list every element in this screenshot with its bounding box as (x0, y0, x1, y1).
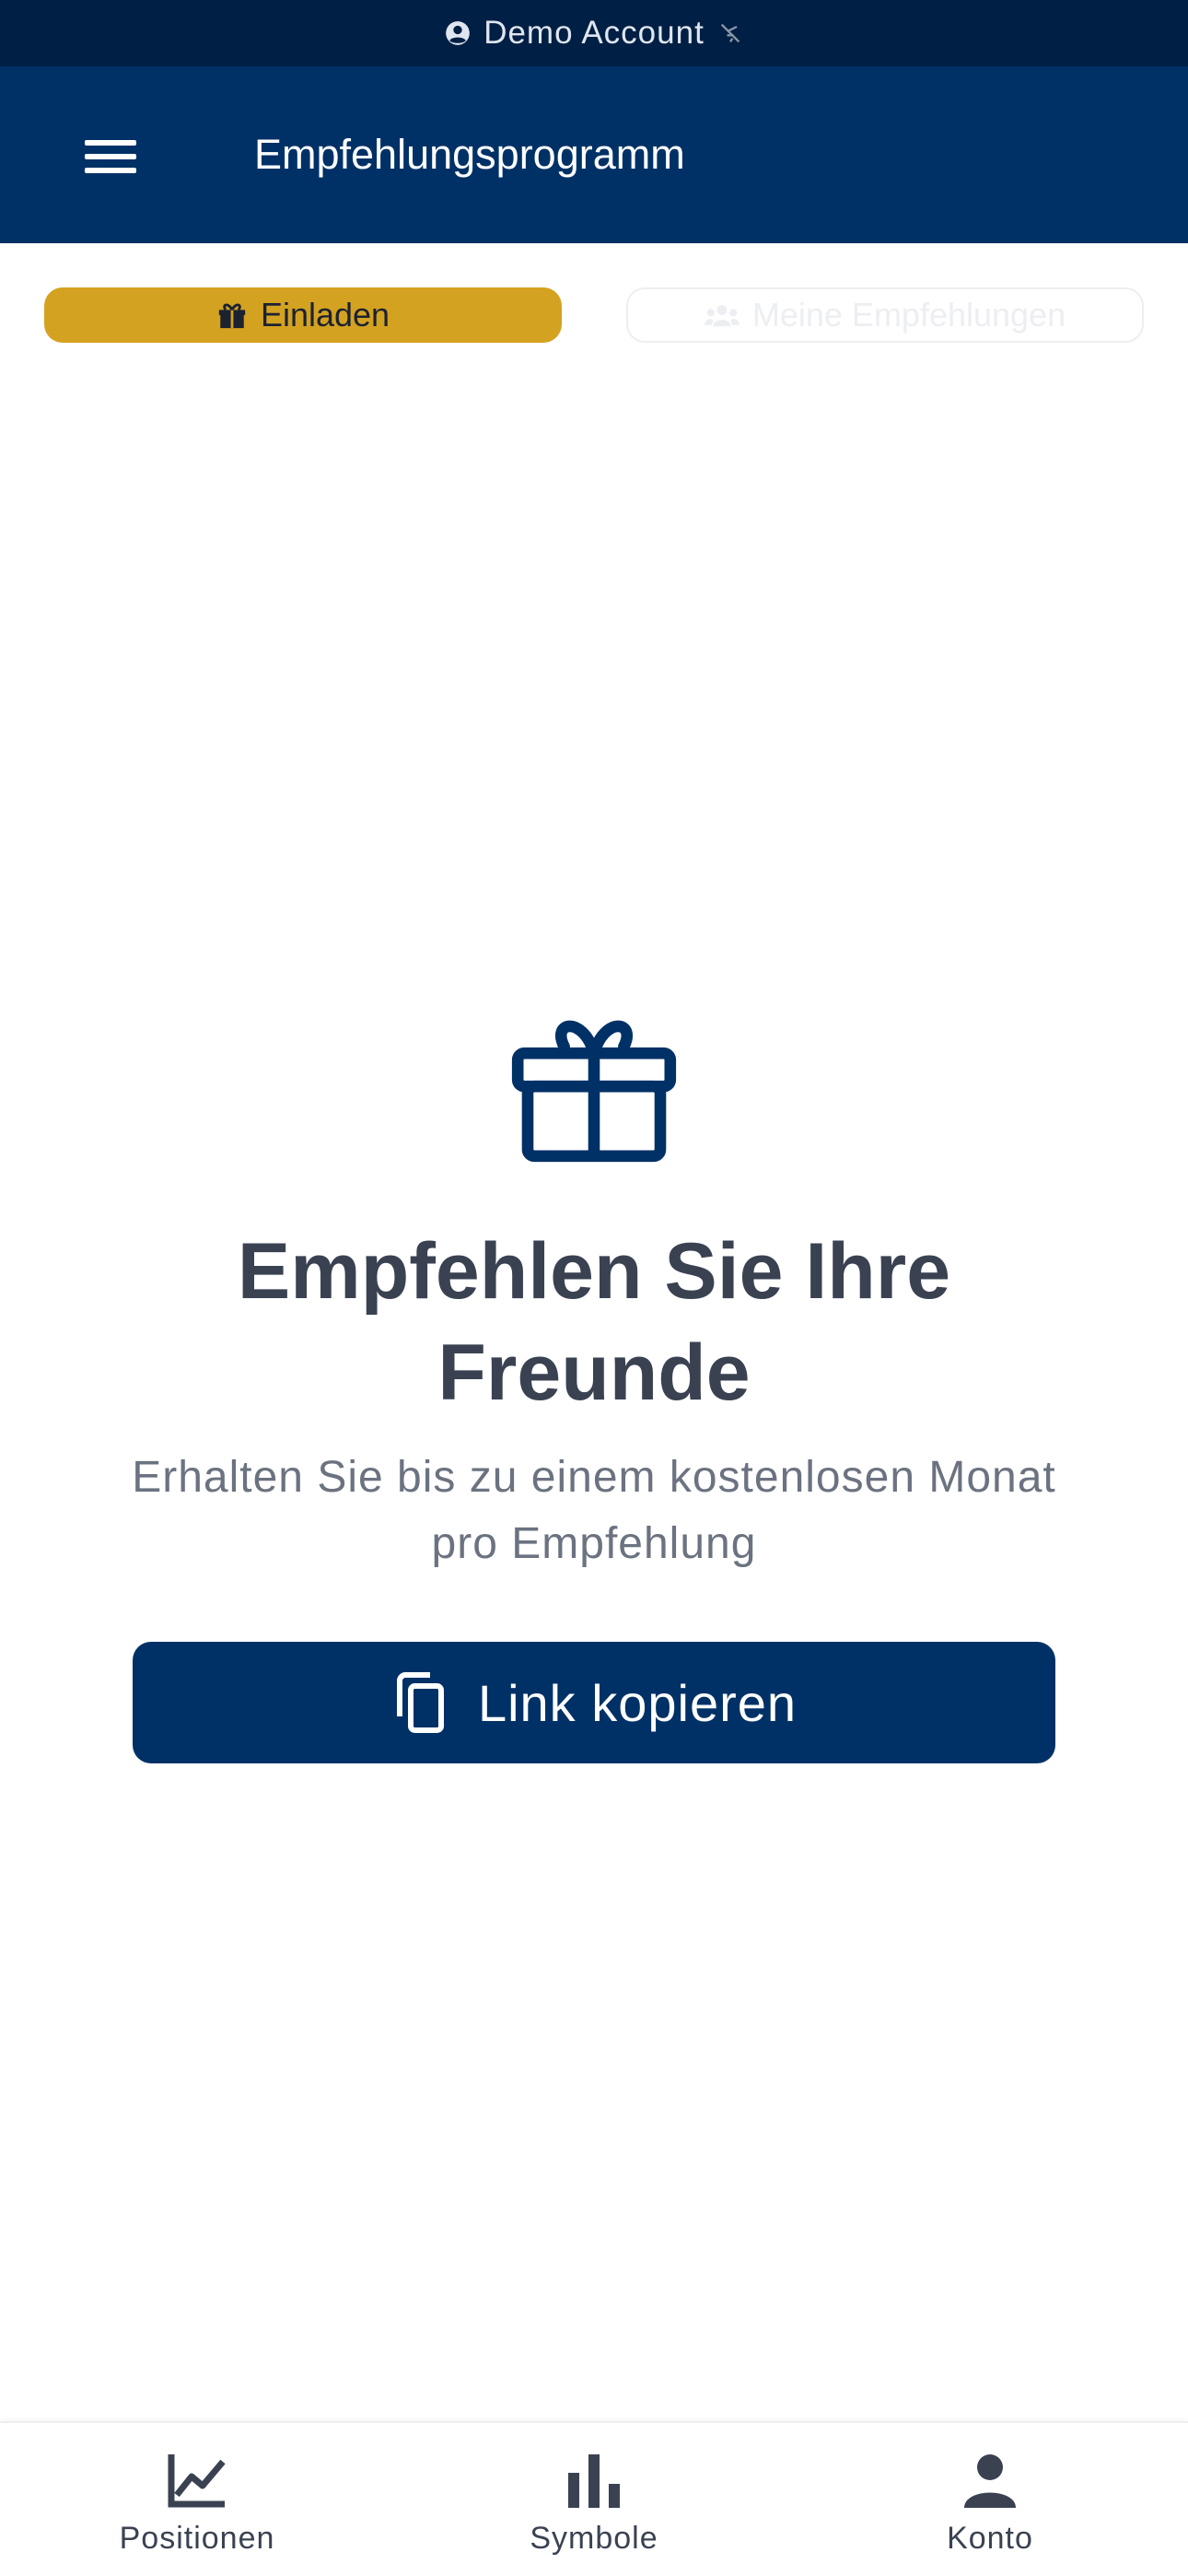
copy-link-label: Link kopieren (477, 1673, 798, 1732)
page-title: Empfehlungsprogramm (254, 131, 685, 178)
hero-title: Empfehlen Sie Ihre Freunde (237, 1227, 951, 1417)
tab-my-referrals-label: Meine Empfehlungen (751, 296, 1066, 334)
wifi-off-icon (720, 23, 740, 43)
hamburger-menu-icon[interactable] (72, 129, 149, 184)
referral-screen: Demo Account Empfehlungsprogramm Einlade… (0, 0, 1188, 2576)
bottom-navigation: Positionen Symbole Konto (0, 2421, 1188, 2576)
tab-invite-label: Einladen (260, 296, 390, 334)
copy-link-button[interactable]: Link kopieren (133, 1642, 1055, 1763)
demo-account-label: Demo Account (483, 15, 705, 51)
person-icon (964, 2454, 1016, 2508)
nav-positions[interactable]: Positionen (59, 2423, 335, 2576)
account-circle-icon (446, 21, 471, 45)
demo-account-bar: Demo Account (0, 0, 1188, 66)
tab-invite[interactable]: Einladen (44, 287, 562, 343)
hero-subtitle: Erhalten Sie bis zu einem kostenlosen Mo… (132, 1453, 1056, 1568)
copy-icon (396, 1672, 444, 1733)
gift-icon (218, 303, 246, 329)
nav-symbols-label: Symbole (530, 2521, 658, 2556)
bar-chart-icon (568, 2454, 620, 2508)
nav-account-label: Konto (947, 2521, 1033, 2556)
nav-positions-label: Positionen (119, 2521, 275, 2556)
nav-symbols[interactable]: Symbole (456, 2423, 732, 2576)
app-header: Empfehlungsprogramm (0, 66, 1188, 243)
nav-account[interactable]: Konto (852, 2423, 1128, 2576)
tab-my-referrals[interactable]: Meine Empfehlungen (626, 287, 1144, 343)
gift-icon (511, 1020, 677, 1163)
line-chart-icon (168, 2454, 226, 2508)
users-icon (704, 305, 740, 327)
